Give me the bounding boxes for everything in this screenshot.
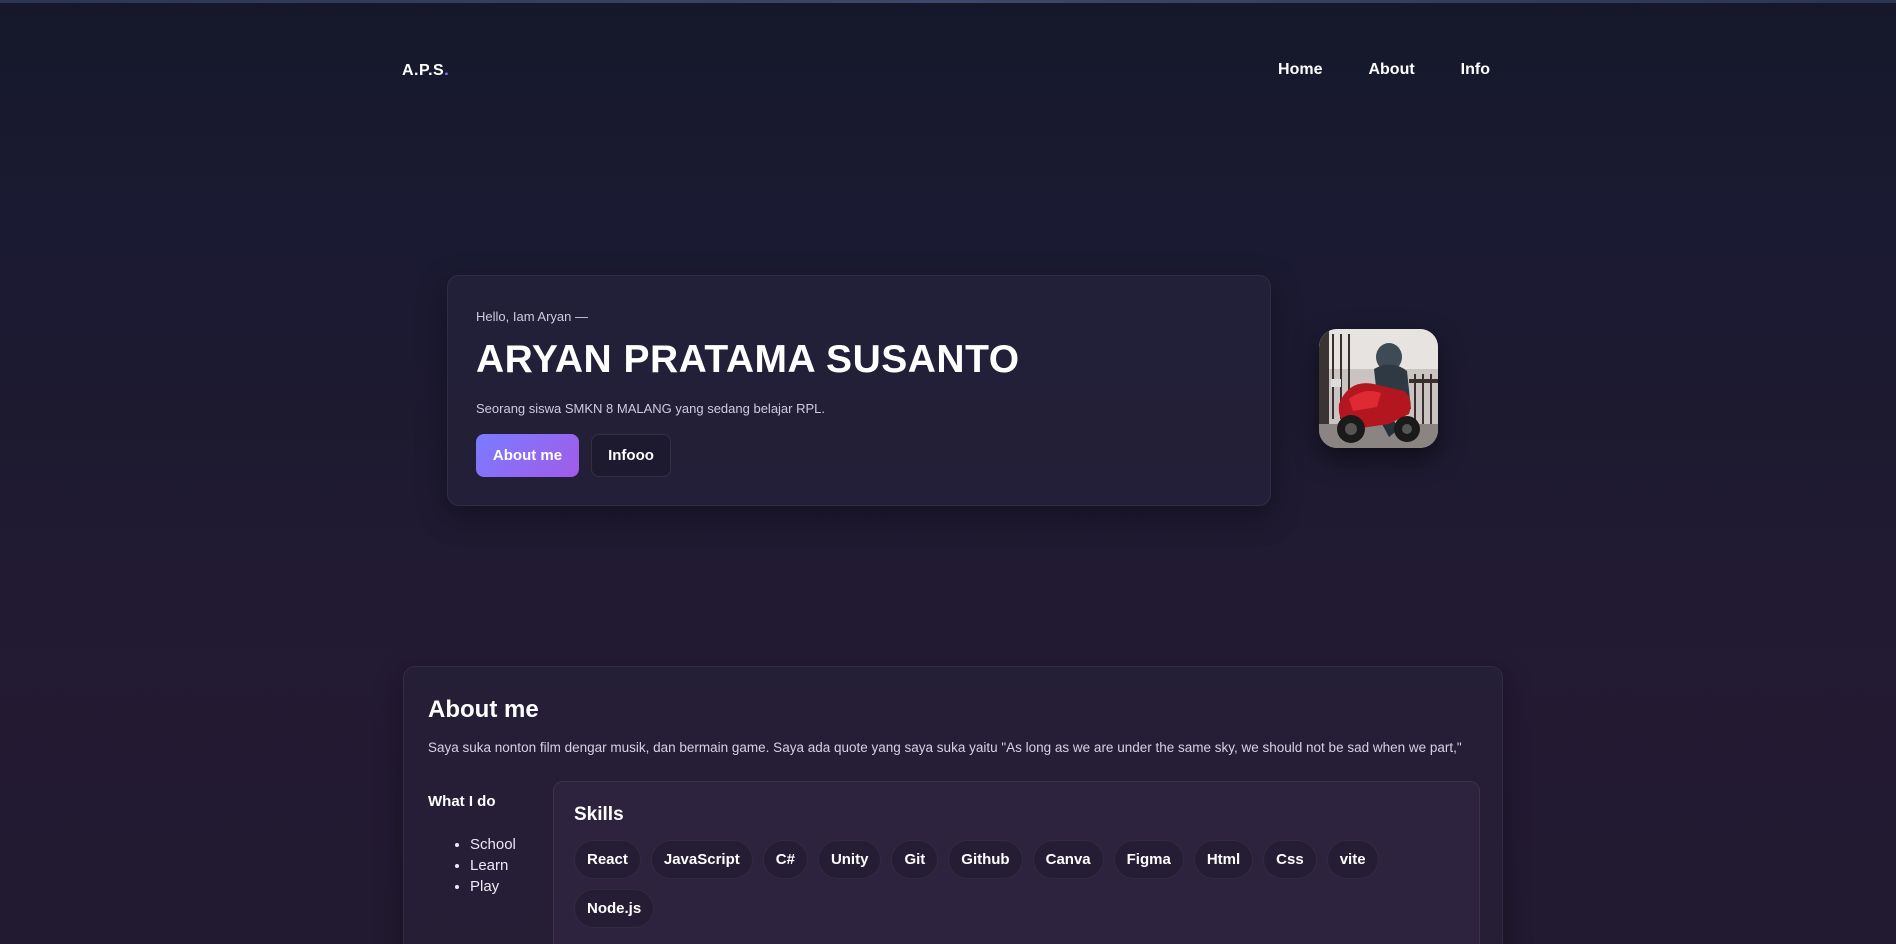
skill-pill-canva[interactable]: Canva (1032, 840, 1104, 879)
skill-pill-javascript[interactable]: JavaScript (650, 840, 753, 879)
what-i-do-title: What I do (428, 793, 496, 810)
browser-top-line (0, 0, 1896, 3)
profile-photo (1319, 329, 1438, 448)
hero-card: Hello, Iam Aryan — ARYAN PRATAMA SUSANTO… (447, 275, 1271, 506)
skill-pill-csharp[interactable]: C# (762, 840, 808, 879)
navbar: A.P.S. Home About Info (402, 58, 1490, 86)
nav-link-info[interactable]: Info (1461, 61, 1490, 79)
list-item: Learn (470, 855, 516, 876)
skill-pill-unity[interactable]: Unity (817, 840, 882, 879)
about-me-button[interactable]: About me (476, 434, 579, 477)
nav-link-about[interactable]: About (1368, 61, 1414, 79)
profile-photo-image (1319, 329, 1438, 448)
site-logo[interactable]: A.P.S. (402, 62, 449, 80)
skill-pill-vite[interactable]: vite (1326, 840, 1379, 879)
nav-link-home[interactable]: Home (1278, 61, 1322, 79)
what-i-do-list: School Learn Play (470, 834, 516, 897)
hero-subtitle: Seorang siswa SMKN 8 MALANG yang sedang … (476, 401, 826, 416)
logo-dot: . (444, 62, 450, 79)
hero-name: ARYAN PRATAMA SUSANTO (476, 338, 1020, 381)
skill-pill-react[interactable]: React (574, 840, 641, 879)
skill-pill-css[interactable]: Css (1263, 840, 1317, 879)
skills-list: React JavaScript C# Unity Git Github Can… (574, 840, 1454, 928)
logo-text: A.P.S (402, 62, 445, 79)
about-text: Saya suka nonton film dengar musik, dan … (428, 740, 1462, 755)
skill-pill-figma[interactable]: Figma (1113, 840, 1184, 879)
about-title: About me (428, 696, 539, 723)
skill-pill-git[interactable]: Git (891, 840, 939, 879)
skills-card: Skills React JavaScript C# Unity Git Git… (553, 781, 1480, 944)
list-item: School (470, 834, 516, 855)
skill-pill-html[interactable]: Html (1193, 840, 1254, 879)
nav-links: Home About Info (1278, 61, 1490, 79)
hero-greeting: Hello, Iam Aryan — (476, 309, 588, 324)
skill-pill-github[interactable]: Github (948, 840, 1023, 879)
info-button[interactable]: Infooo (591, 434, 671, 477)
about-section: About me Saya suka nonton film dengar mu… (403, 666, 1503, 944)
skills-title: Skills (574, 804, 624, 825)
skill-pill-nodejs[interactable]: Node.js (574, 889, 655, 928)
list-item: Play (470, 876, 516, 897)
